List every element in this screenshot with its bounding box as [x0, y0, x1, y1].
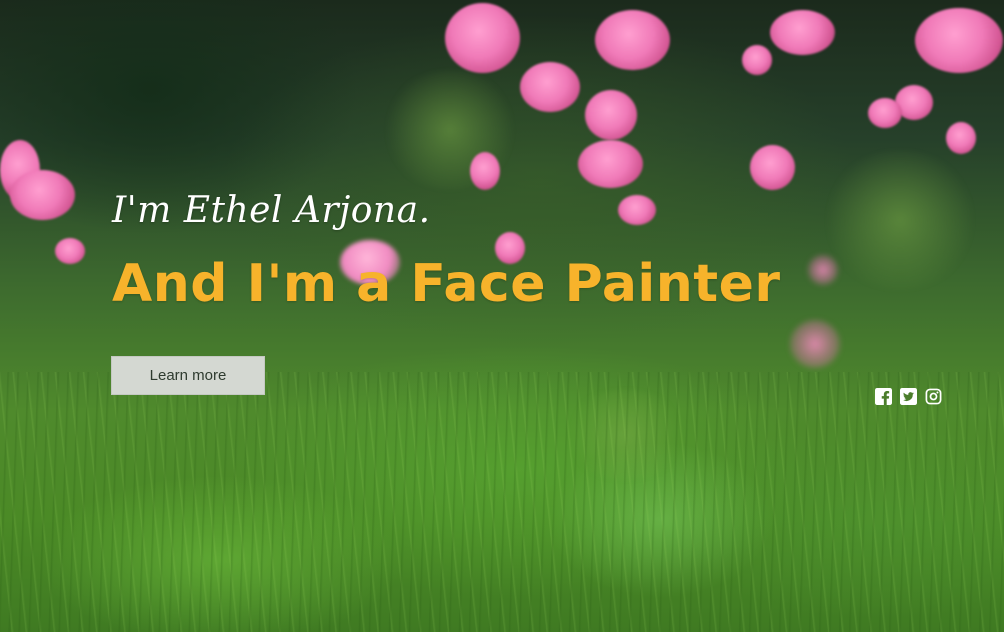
- social-links: [875, 388, 942, 405]
- instagram-icon[interactable]: [925, 388, 942, 405]
- hero-background: [0, 0, 1004, 632]
- learn-more-button[interactable]: Learn more: [111, 356, 265, 395]
- facebook-icon[interactable]: [875, 388, 892, 405]
- intro-text: I'm Ethel Arjona.: [112, 190, 431, 231]
- headline: And I'm a Face Painter: [112, 254, 781, 314]
- twitter-icon[interactable]: [900, 388, 917, 405]
